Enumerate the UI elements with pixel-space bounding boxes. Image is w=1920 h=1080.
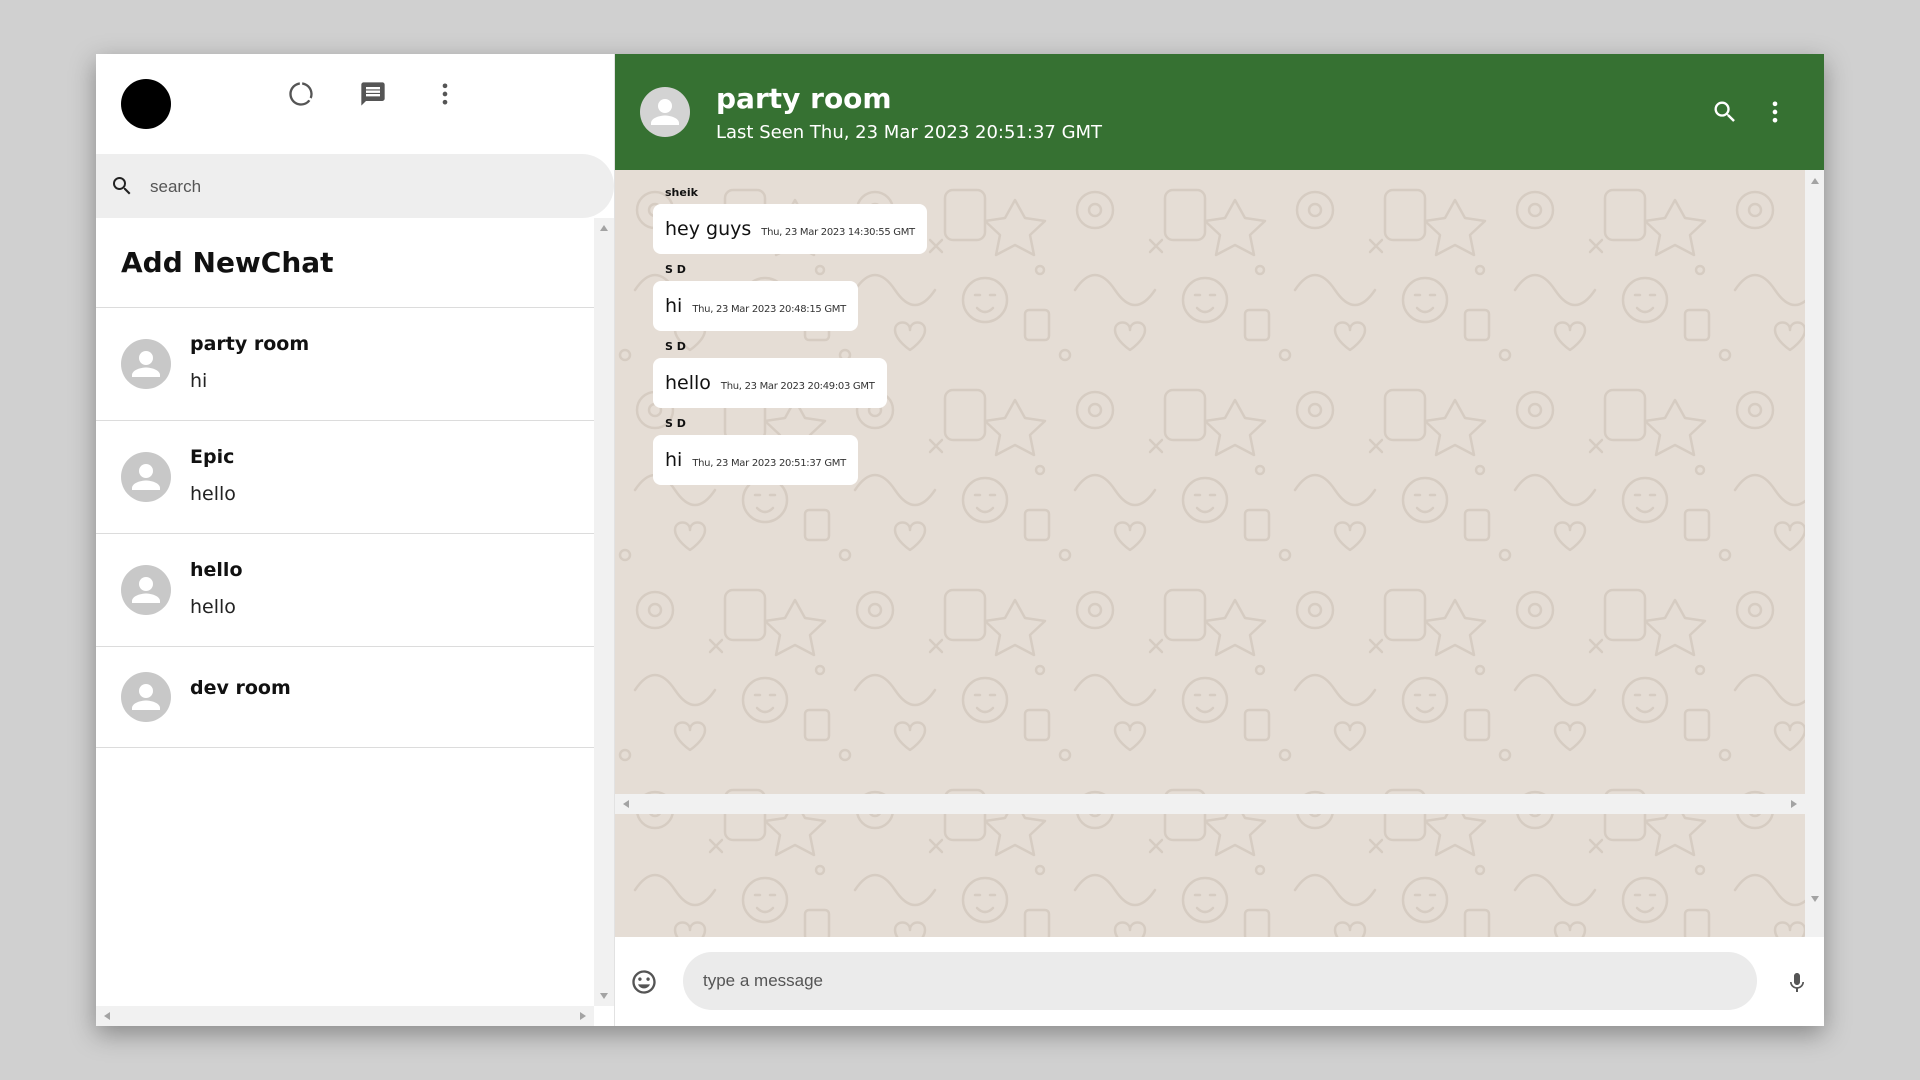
person-icon [121,339,171,389]
message-text: hello [665,372,711,394]
chat-name: hello [190,559,243,581]
status-icon[interactable] [285,78,317,110]
sidebar-header [96,54,614,154]
message-text: hey guys [665,218,752,240]
message-timestamp: Thu, 23 Mar 2023 20:51:37 GMT [692,457,846,469]
chat-header: party room Last Seen Thu, 23 Mar 2023 20… [615,54,1824,170]
last-seen-status: Last Seen Thu, 23 Mar 2023 20:51:37 GMT [716,122,1103,143]
search-icon [113,177,131,195]
message-sender: S D [665,417,686,430]
chat-name: party room [190,333,310,355]
scroll-down-icon[interactable] [1811,896,1819,902]
person-icon [121,565,171,615]
scroll-right-icon[interactable] [1791,800,1797,808]
message-bubble[interactable]: hello Thu, 23 Mar 2023 20:49:03 GMT [653,358,887,408]
chat-icon[interactable] [357,78,389,110]
chat-last-message: hello [190,596,236,618]
message-input[interactable] [683,952,1757,1010]
chat-list-item-party-room[interactable]: party room hi [96,308,594,421]
message-timestamp: Thu, 23 Mar 2023 20:49:03 GMT [720,380,875,392]
add-new-chat-button[interactable]: Add NewChat [96,218,594,308]
person-icon[interactable] [640,87,690,137]
message-bubble[interactable]: hey guys Thu, 23 Mar 2023 14:30:55 GMT [653,204,927,254]
message-bubble[interactable]: hi Thu, 23 Mar 2023 20:48:15 GMT [653,281,858,331]
search-bar [96,154,614,218]
message-timestamp: Thu, 23 Mar 2023 14:30:55 GMT [761,226,915,238]
scroll-down-icon[interactable] [600,993,608,999]
scroll-up-icon[interactable] [600,225,608,231]
chat-list-item-epic[interactable]: Epic hello [96,421,594,534]
chat-pane: party room Last Seen Thu, 23 Mar 2023 20… [615,54,1824,1026]
message-text: hi [665,295,683,317]
sidebar: Add NewChat party room hi [96,54,615,1026]
chat-last-message: hi [190,370,208,392]
message-bubble[interactable]: hi Thu, 23 Mar 2023 20:51:37 GMT [653,435,858,485]
sidebar-vertical-scrollbar[interactable] [594,218,614,1006]
chat-list: Add NewChat party room hi Epic hello hel… [96,218,594,1006]
message-composer [615,937,1824,1026]
more-vert-icon[interactable] [429,78,461,110]
search-input[interactable] [148,172,582,202]
chat-last-message: hello [190,483,236,505]
app-window: Add NewChat party room hi [96,54,1824,1026]
person-icon [121,672,171,722]
user-avatar[interactable] [121,79,171,129]
scroll-up-icon[interactable] [1811,178,1819,184]
mic-icon[interactable] [1785,969,1809,997]
chat-vertical-scrollbar[interactable] [1805,170,1824,968]
emoji-icon[interactable] [630,968,658,996]
chat-name: dev room [190,677,291,699]
search-icon[interactable] [1709,96,1741,128]
sidebar-horizontal-scrollbar[interactable] [96,1006,594,1026]
message-timestamp: Thu, 23 Mar 2023 20:48:15 GMT [692,303,846,315]
message-text: hi [665,449,683,471]
message-sender: S D [665,340,686,353]
message-sender: S D [665,263,686,276]
more-vert-icon[interactable] [1759,96,1791,128]
scroll-left-icon[interactable] [623,800,629,808]
message-area[interactable]: sheik hey guys Thu, 23 Mar 2023 14:30:55… [615,170,1805,968]
chat-list-item-dev-room[interactable]: dev room [96,647,594,748]
chat-list-item-hello[interactable]: hello hello [96,534,594,647]
chat-name: Epic [190,446,235,468]
room-name: party room [716,82,892,115]
chat-horizontal-scrollbar[interactable] [615,794,1824,814]
scroll-right-icon[interactable] [580,1012,586,1020]
person-icon [121,452,171,502]
message-sender: sheik [665,186,698,199]
scroll-left-icon[interactable] [104,1012,110,1020]
